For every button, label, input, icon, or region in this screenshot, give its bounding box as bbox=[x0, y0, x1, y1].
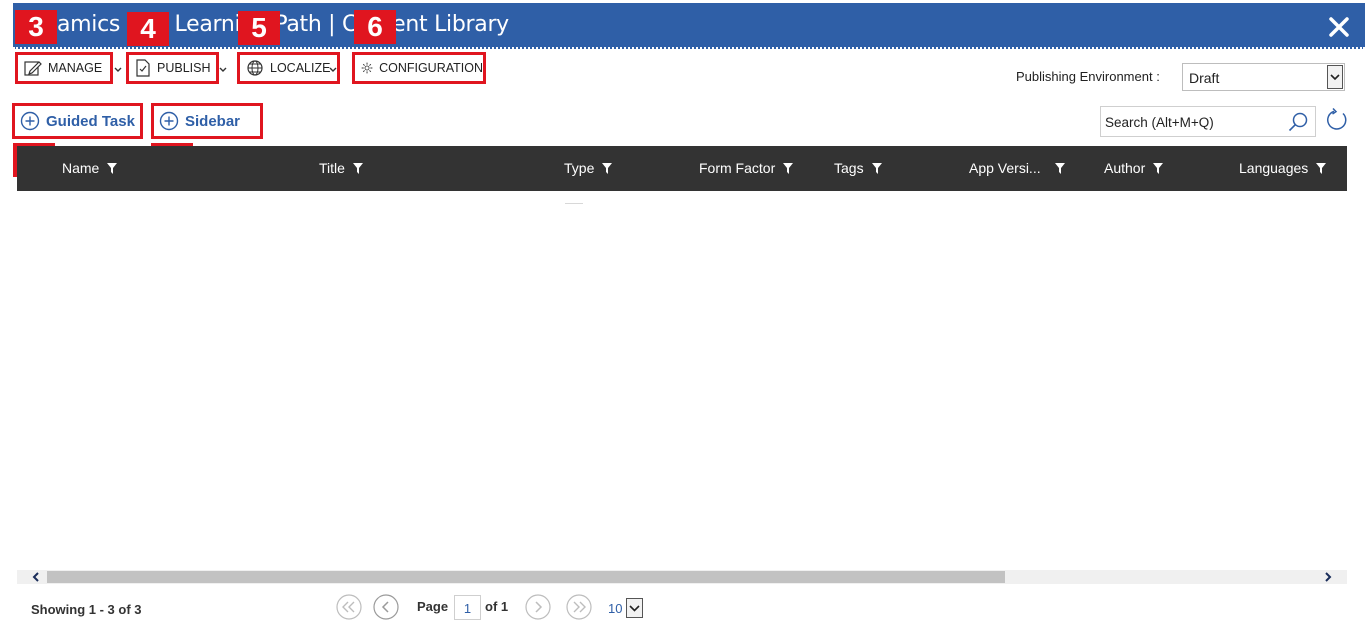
column-header-name[interactable]: Name bbox=[62, 160, 118, 176]
showing-count: Showing 1 - 3 of 3 bbox=[31, 602, 142, 617]
configuration-button[interactable]: CONFIGURATION bbox=[352, 52, 486, 84]
horizontal-scrollbar[interactable] bbox=[17, 570, 1347, 584]
localize-label: LOCALIZE bbox=[270, 61, 331, 75]
publish-chevron-down-icon[interactable] bbox=[218, 64, 228, 74]
column-header-app-version[interactable]: App Versi... bbox=[969, 160, 1065, 176]
close-icon[interactable] bbox=[1327, 15, 1351, 39]
filter-icon[interactable] bbox=[783, 162, 794, 174]
column-header-title[interactable]: Title bbox=[319, 160, 363, 176]
divider bbox=[565, 203, 583, 204]
search-input[interactable] bbox=[1105, 112, 1285, 132]
filter-icon[interactable] bbox=[352, 162, 363, 174]
publish-button[interactable]: PUBLISH bbox=[126, 52, 219, 84]
manage-label: MANAGE bbox=[48, 61, 103, 75]
globe-icon bbox=[247, 60, 263, 76]
callout-5: 5 bbox=[238, 11, 280, 45]
filter-icon[interactable] bbox=[1153, 162, 1164, 174]
column-header-form-factor[interactable]: Form Factor bbox=[699, 160, 794, 176]
search-icon[interactable] bbox=[1287, 111, 1309, 138]
window-title: amics 365 Learning Path | Content Librar… bbox=[57, 12, 509, 37]
last-page-icon[interactable] bbox=[566, 594, 592, 620]
callout-4: 4 bbox=[127, 12, 169, 46]
add-circle-icon bbox=[159, 111, 179, 131]
publish-label: PUBLISH bbox=[157, 61, 211, 75]
configuration-label: CONFIGURATION bbox=[379, 61, 483, 75]
callout-3: 3 bbox=[15, 10, 57, 44]
scroll-right-icon[interactable] bbox=[1321, 570, 1335, 584]
column-header-author[interactable]: Author bbox=[1104, 160, 1164, 176]
first-page-icon[interactable] bbox=[336, 594, 362, 620]
chevron-down-icon[interactable] bbox=[1327, 65, 1343, 89]
localize-chevron-down-icon[interactable] bbox=[328, 64, 338, 74]
grid-header: Name Title Type Form Factor Tags App Ver… bbox=[17, 146, 1347, 191]
publish-icon bbox=[136, 59, 150, 77]
localize-button[interactable]: LOCALIZE bbox=[237, 52, 340, 84]
title-bar: amics 365 Learning Path | Content Librar… bbox=[13, 3, 1365, 49]
scrollbar-thumb[interactable] bbox=[47, 571, 1005, 583]
column-header-tags[interactable]: Tags bbox=[834, 160, 882, 176]
guided-task-label: Guided Task bbox=[46, 112, 135, 130]
column-header-type[interactable]: Type bbox=[564, 160, 613, 176]
search-box[interactable] bbox=[1100, 106, 1316, 137]
filter-icon[interactable] bbox=[107, 162, 118, 174]
page-number-input[interactable]: 1 bbox=[454, 595, 481, 620]
previous-page-icon[interactable] bbox=[373, 594, 399, 620]
filter-icon[interactable] bbox=[871, 162, 882, 174]
filter-icon[interactable] bbox=[602, 162, 613, 174]
add-sidebar-button[interactable]: Sidebar bbox=[151, 103, 263, 139]
page-total-label: of 1 bbox=[485, 599, 509, 614]
filter-icon[interactable] bbox=[1316, 162, 1327, 174]
gear-icon bbox=[361, 62, 373, 74]
scroll-left-icon[interactable] bbox=[29, 570, 43, 584]
callout-6: 6 bbox=[354, 10, 396, 44]
edit-icon bbox=[24, 61, 42, 76]
page-size-value: 10 bbox=[608, 601, 623, 616]
add-circle-icon bbox=[20, 111, 40, 131]
publishing-environment-select[interactable]: Draft bbox=[1182, 63, 1345, 91]
add-guided-task-button[interactable]: Guided Task bbox=[12, 103, 143, 139]
manage-button[interactable]: MANAGE bbox=[15, 52, 113, 84]
sidebar-label: Sidebar bbox=[185, 112, 241, 130]
manage-chevron-down-icon[interactable] bbox=[113, 64, 123, 74]
next-page-icon[interactable] bbox=[525, 594, 551, 620]
column-header-languages[interactable]: Languages bbox=[1239, 160, 1327, 176]
filter-icon[interactable] bbox=[1054, 162, 1065, 174]
refresh-icon[interactable] bbox=[1325, 107, 1349, 137]
page-label: Page bbox=[417, 599, 449, 614]
publishing-environment-label: Publishing Environment : bbox=[1016, 69, 1160, 84]
publishing-environment-value: Draft bbox=[1189, 70, 1220, 86]
page-size-dropdown-chevron-icon[interactable] bbox=[626, 598, 643, 618]
